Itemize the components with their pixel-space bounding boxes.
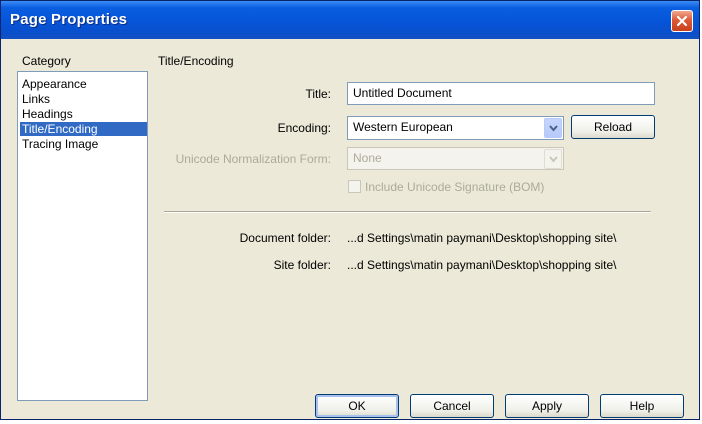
document-folder-label: Document folder:	[239, 231, 331, 245]
bom-checkbox-label: Include Unicode Signature (BOM)	[365, 180, 545, 194]
normalization-dropdown-button[interactable]	[544, 149, 562, 169]
encoding-label: Encoding:	[277, 121, 331, 135]
cancel-button[interactable]: Cancel	[410, 394, 494, 418]
category-item-links[interactable]: Links	[20, 92, 147, 106]
encoding-dropdown-button[interactable]	[544, 118, 562, 138]
title-input[interactable]: Untitled Document	[347, 82, 655, 105]
title-bar[interactable]: Page Properties	[1, 1, 699, 39]
category-header: Category	[22, 54, 71, 68]
site-folder-label: Site folder:	[273, 258, 331, 272]
window-title: Page Properties	[10, 11, 128, 28]
encoding-selected-value: Western European	[353, 120, 453, 134]
ok-button[interactable]: OK	[315, 394, 399, 418]
document-folder-value: ...d Settings\matin paymani\Desktop\shop…	[347, 231, 617, 245]
category-item-appearance[interactable]: Appearance	[20, 77, 147, 91]
category-item-title-encoding[interactable]: Title/Encoding	[20, 122, 147, 136]
close-button[interactable]	[671, 10, 693, 32]
normalization-form-select[interactable]: None	[347, 147, 564, 170]
category-item-tracing-image[interactable]: Tracing Image	[20, 137, 147, 151]
encoding-select[interactable]: Western European	[347, 116, 564, 140]
section-title: Title/Encoding	[158, 54, 234, 68]
close-icon	[676, 15, 688, 27]
apply-button[interactable]: Apply	[505, 394, 589, 418]
page-properties-dialog: Page Properties Category Appearance Link…	[0, 0, 700, 420]
category-list[interactable]: Appearance Links Headings Title/Encoding…	[17, 71, 148, 401]
section-divider	[164, 211, 651, 213]
help-button[interactable]: Help	[600, 394, 684, 418]
normalization-form-label: Unicode Normalization Form:	[175, 152, 331, 166]
bom-checkbox[interactable]	[348, 180, 361, 193]
site-folder-value: ...d Settings\matin paymani\Desktop\shop…	[347, 258, 617, 272]
chevron-down-icon	[549, 125, 558, 132]
category-item-headings[interactable]: Headings	[20, 107, 147, 121]
reload-button[interactable]: Reload	[571, 115, 655, 139]
title-field-label: Title:	[305, 87, 331, 101]
normalization-selected-value: None	[353, 151, 382, 165]
chevron-down-icon	[549, 156, 558, 163]
